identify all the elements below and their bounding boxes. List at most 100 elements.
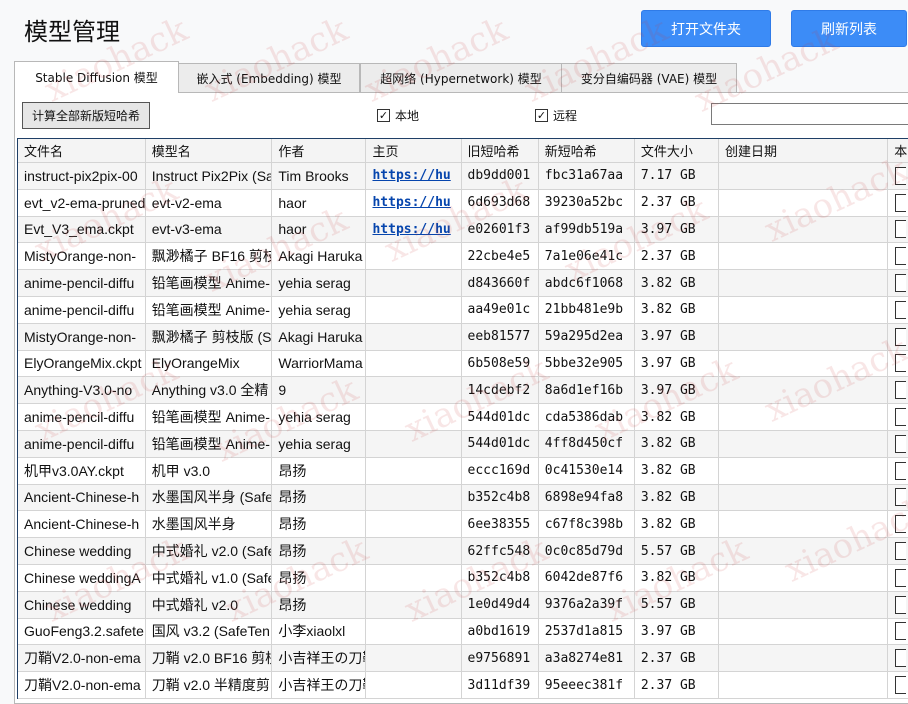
column-header[interactable]: 作者 — [272, 139, 367, 162]
table-row[interactable]: anime-pencil-diffu 铅笔画模型 Anime-yehia sera… — [18, 296, 908, 324]
row-checkbox[interactable] — [895, 220, 907, 239]
local-flag-cell — [888, 404, 908, 430]
remote-checkbox[interactable]: ✓ 远程 — [535, 107, 577, 124]
created-date-cell — [719, 216, 889, 243]
table-row[interactable]: Anything-V3.0-no Anything v3.0 全精 9 14cdebf… — [18, 377, 908, 405]
old-hash-cell: 544d01dc — [462, 430, 539, 457]
local-flag-cell — [888, 565, 908, 591]
table-row[interactable]: MistyOrange-non- 飘渺橘子 剪枝版 (Sa Akagi Haruka… — [18, 323, 908, 351]
table-row[interactable]: Evt_V3_ema.ckpt evt-v3-ema haor https://hu e… — [18, 216, 908, 244]
local-flag-cell — [888, 297, 908, 323]
table-row[interactable]: anime-pencil-diffu 铅笔画模型 Anime-yehia sera… — [18, 270, 908, 297]
table-row[interactable]: Ancient-Chinese-h 水墨国风半身 (Safe 昂扬 b352c4b8 6… — [18, 484, 908, 512]
table-header: 文件名 模型名 作者 主页 旧短哈希 新短哈希 文件大小 创建日期本 — [18, 139, 908, 163]
tab-vae[interactable]: 变分自编码器 (VAE) 模型 — [561, 63, 737, 92]
new-hash-cell: 0c0c85d79d — [539, 538, 635, 564]
row-checkbox[interactable] — [895, 595, 907, 614]
new-hash-cell: af99db519a — [539, 216, 635, 243]
calc-all-hashes-button[interactable]: 计算全部新版短哈希 — [22, 102, 150, 129]
column-header[interactable]: 主页 — [366, 139, 462, 162]
row-checkbox[interactable] — [895, 676, 907, 695]
author-cell: 昂扬 — [272, 511, 367, 538]
new-hash-cell: c67f8c398b — [539, 511, 635, 538]
homepage-link — [366, 377, 462, 404]
table-row[interactable]: MistyOrange-non- 飘渺橘子 BF16 剪枝 Akagi Haruka… — [18, 243, 908, 271]
table-row[interactable]: 机甲v3.0AY.ckpt 机甲 v3.0 昂扬 eccc169d 0c41530e14… — [18, 457, 908, 485]
column-header[interactable]: 模型名 — [146, 139, 273, 162]
row-checkbox[interactable] — [895, 649, 907, 668]
column-header[interactable]: 文件名 — [18, 139, 146, 162]
old-hash-cell: 6b508e59 — [462, 350, 539, 377]
homepage-link[interactable]: https://hu — [366, 216, 462, 243]
author-cell: haor — [272, 189, 367, 216]
homepage-link-text[interactable]: https://hu — [372, 222, 450, 237]
column-header[interactable]: 新短哈希 — [539, 139, 635, 162]
table-row[interactable]: Ancient-Chinese-h 水墨国风半身 昂扬 6ee38355 c67f8c3… — [18, 511, 908, 539]
file-name-cell: evt_v2-ema-pruned — [18, 189, 146, 216]
table-row[interactable]: Chinese wedding 中式婚礼 v2.0 (Safe 昂扬 62ffc548… — [18, 538, 908, 565]
refresh-list-button[interactable]: 刷新列表 — [791, 10, 907, 47]
column-header[interactable]: 文件大小 — [635, 139, 719, 162]
file-size-cell: 3.97 GB — [635, 377, 720, 404]
row-checkbox[interactable] — [895, 434, 907, 453]
model-name-cell: 机甲 v3.0 — [146, 457, 273, 484]
table-row[interactable]: 刀鞘V2.0-non-ema刀鞘 v2.0 BF16 剪枝小吉祥王の刀鞘 e975… — [18, 645, 908, 673]
table-row[interactable]: Chinese wedding 中式婚礼 v2.0 昂扬 1e0d49d4 9376a2… — [18, 591, 908, 619]
created-date-cell — [719, 323, 889, 350]
file-name-cell: Chinese weddingA — [18, 564, 146, 591]
old-hash-cell: 544d01dc — [462, 404, 539, 430]
row-checkbox[interactable] — [895, 515, 907, 534]
column-header[interactable]: 本 — [888, 139, 908, 162]
row-checkbox[interactable] — [895, 247, 907, 266]
row-checkbox[interactable] — [895, 542, 907, 561]
open-folder-button[interactable]: 打开文件夹 — [641, 10, 771, 47]
new-hash-cell: 6042de87f6 — [539, 564, 635, 591]
table-row[interactable]: evt_v2-ema-pruned evt-v2-ema haor https://h… — [18, 189, 908, 217]
remote-checkbox-label: 远程 — [553, 109, 578, 123]
model-name-cell: 铅笔画模型 Anime- — [146, 270, 273, 296]
table-row[interactable]: 刀鞘V2.0-non-ema刀鞘 v2.0 半精度剪小吉祥王の刀鞘 3d11df3… — [18, 672, 908, 699]
row-checkbox[interactable] — [895, 193, 907, 212]
created-date-cell — [719, 457, 889, 484]
table-row[interactable]: anime-pencil-diffu 铅笔画模型 Anime-yehia sera… — [18, 404, 908, 431]
search-input[interactable] — [711, 103, 908, 125]
row-checkbox[interactable] — [895, 461, 907, 480]
model-table: 文件名 模型名 作者 主页 旧短哈希 新短哈希 文件大小 创建日期本 instruct-pix… — [17, 138, 908, 699]
row-checkbox[interactable] — [895, 568, 907, 587]
row-checkbox[interactable] — [895, 622, 907, 641]
tab-stable-diffusion[interactable]: Stable Diffusion 模型 — [14, 61, 179, 93]
homepage-link — [366, 645, 462, 672]
column-header[interactable]: 旧短哈希 — [462, 139, 539, 162]
homepage-link[interactable]: https://hu — [366, 189, 462, 216]
row-checkbox[interactable] — [895, 408, 907, 427]
author-cell: WarriorMama — [272, 350, 367, 377]
homepage-link-text[interactable]: https://hu — [372, 168, 450, 183]
table-row[interactable]: anime-pencil-diffu 铅笔画模型 Anime-yehia sera… — [18, 430, 908, 458]
row-checkbox[interactable] — [895, 354, 907, 373]
local-checkbox[interactable]: ✓ 本地 — [377, 107, 419, 124]
author-cell: Akagi Haruka — [272, 243, 367, 270]
homepage-link[interactable]: https://hu — [366, 163, 462, 189]
old-hash-cell: db9dd001 — [462, 163, 539, 189]
row-checkbox[interactable] — [895, 166, 907, 185]
row-checkbox[interactable] — [895, 488, 907, 507]
row-checkbox[interactable] — [895, 381, 907, 400]
homepage-link-text[interactable]: https://hu — [372, 195, 450, 210]
table-row[interactable]: instruct-pix2pix-00 Instruct Pix2Pix (Sa T… — [18, 163, 908, 190]
table-row[interactable]: Chinese weddingA 中式婚礼 v1.0 (Safe 昂扬 b352c4b… — [18, 564, 908, 592]
model-name-cell: 国风 v3.2 (SafeTen — [146, 618, 273, 645]
file-name-cell: anime-pencil-diffu — [18, 296, 146, 323]
old-hash-cell: e9756891 — [462, 645, 539, 672]
row-checkbox[interactable] — [895, 327, 907, 346]
local-flag-cell — [888, 619, 908, 645]
tab-embedding[interactable]: 嵌入式 (Embedding) 模型 — [178, 63, 360, 92]
row-checkbox[interactable] — [895, 300, 907, 319]
table-row[interactable]: GuoFeng3.2.safete 国风 v3.2 (SafeTen 小李xiaol… — [18, 618, 908, 646]
column-header[interactable]: 创建日期 — [719, 139, 889, 162]
created-date-cell — [719, 296, 889, 323]
row-checkbox[interactable] — [895, 274, 907, 293]
file-size-cell: 2.37 GB — [635, 645, 720, 672]
table-row[interactable]: ElyOrangeMix.ckpt ElyOrangeMix WarriorMama… — [18, 350, 908, 378]
tab-hypernetwork[interactable]: 超网络 (Hypernetwork) 模型 — [360, 63, 562, 92]
local-flag-cell — [888, 431, 908, 457]
